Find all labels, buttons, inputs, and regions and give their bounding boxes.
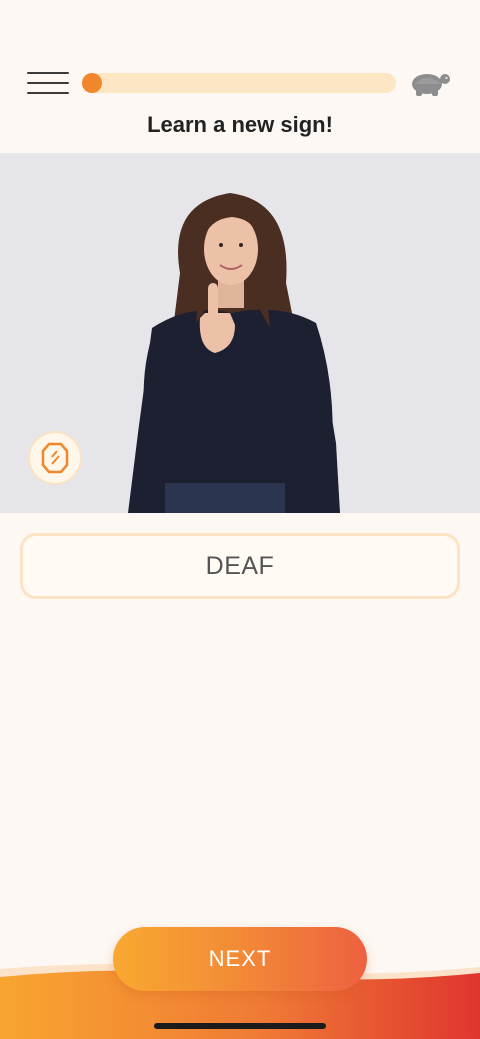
next-button[interactable]: NEXT xyxy=(113,927,367,991)
turtle-icon[interactable] xyxy=(408,68,452,98)
mirror-icon[interactable] xyxy=(28,431,82,485)
top-bar xyxy=(0,0,480,110)
lesson-progress-bar xyxy=(82,73,396,93)
lesson-progress-fill xyxy=(82,73,102,93)
hamburger-menu-icon[interactable] xyxy=(27,72,69,94)
page-title: Learn a new sign! xyxy=(147,112,333,137)
sign-word-label: DEAF xyxy=(20,533,460,599)
home-indicator xyxy=(154,1023,326,1029)
